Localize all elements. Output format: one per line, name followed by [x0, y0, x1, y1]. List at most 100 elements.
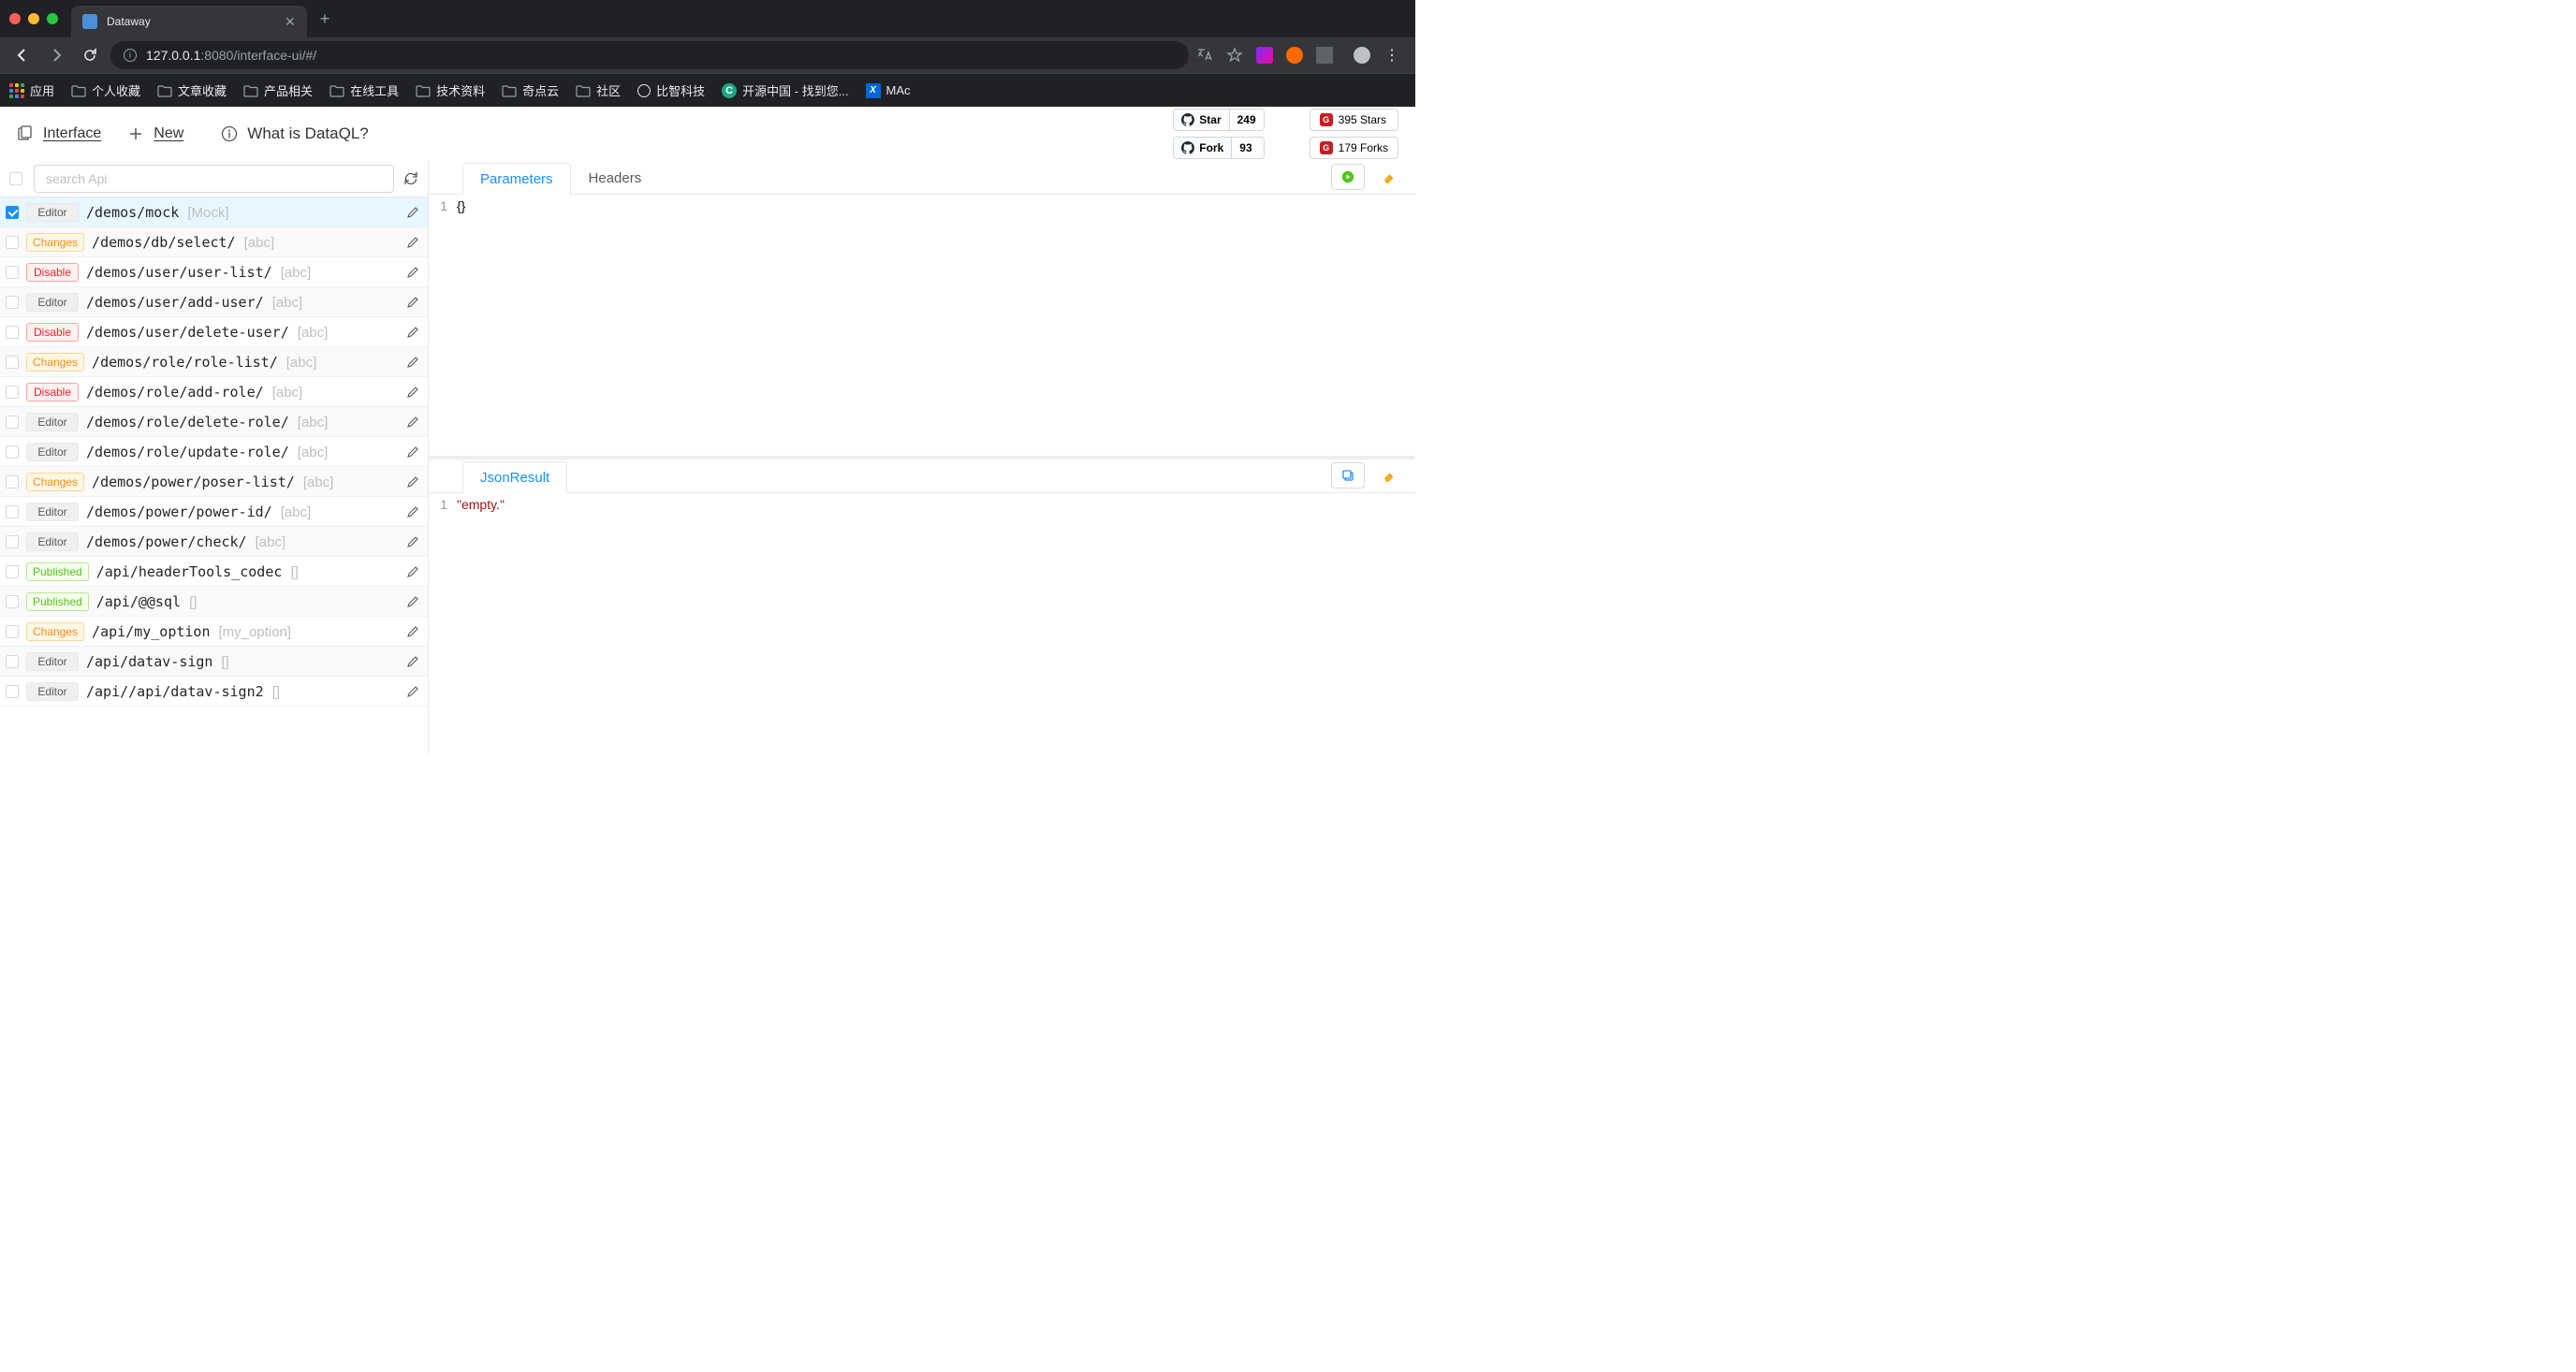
gitee-stars-button[interactable]: G 395 Stars — [1310, 109, 1398, 131]
edit-icon[interactable] — [403, 682, 422, 701]
github-star-button[interactable]: Star 249 — [1173, 109, 1264, 131]
api-row[interactable]: Changes/demos/db/select/ [abc] — [0, 227, 428, 257]
api-row[interactable]: Editor/demos/role/update-role/ [abc] — [0, 437, 428, 467]
api-row[interactable]: Editor/demos/user/add-user/ [abc] — [0, 287, 428, 317]
row-checkbox[interactable] — [6, 445, 19, 459]
gitee-forks-button[interactable]: G 179 Forks — [1310, 137, 1398, 159]
row-checkbox[interactable] — [6, 685, 19, 698]
bookmark-item[interactable]: 比智科技 — [637, 81, 705, 99]
browser-tab[interactable]: Dataway ✕ — [71, 6, 307, 37]
clear-result-button[interactable] — [1372, 462, 1406, 489]
address-bar[interactable]: i 127.0.0.1:8080/interface-ui/#/ — [110, 41, 1189, 69]
api-row[interactable]: Changes/demos/power/poser-list/ [abc] — [0, 467, 428, 497]
minimize-window-button[interactable] — [28, 13, 39, 24]
select-all-checkbox[interactable] — [9, 172, 22, 185]
edit-icon[interactable] — [403, 203, 422, 222]
api-row[interactable]: Disable/demos/user/delete-user/ [abc] — [0, 317, 428, 347]
api-row[interactable]: Published/api/headerTools_codec [] — [0, 557, 428, 587]
github-fork-button[interactable]: Fork 93 — [1173, 137, 1264, 159]
run-button[interactable] — [1331, 164, 1365, 190]
close-window-button[interactable] — [9, 13, 21, 24]
edit-icon[interactable] — [403, 622, 422, 641]
edit-icon[interactable] — [403, 323, 422, 342]
row-checkbox[interactable] — [6, 266, 19, 279]
new-tab-button[interactable]: + — [320, 9, 330, 29]
api-row[interactable]: Editor/api/datav-sign [] — [0, 647, 428, 677]
edit-icon[interactable] — [403, 652, 422, 671]
bookmark-item[interactable]: 在线工具 — [329, 81, 399, 99]
tab-headers[interactable]: Headers — [571, 162, 660, 194]
site-info-icon[interactable]: i — [124, 49, 137, 62]
api-row[interactable]: Changes/demos/role/role-list/ [abc] — [0, 347, 428, 377]
edit-icon[interactable] — [403, 263, 422, 282]
bookmark-item[interactable]: XMAc — [866, 83, 911, 98]
api-path: /demos/user/user-list/ [abc] — [86, 264, 311, 281]
edit-icon[interactable] — [403, 562, 422, 581]
edit-icon[interactable] — [403, 503, 422, 521]
api-row[interactable]: Published/api/@@sql [] — [0, 587, 428, 617]
edit-icon[interactable] — [403, 473, 422, 491]
row-checkbox[interactable] — [6, 505, 19, 518]
bookmark-item[interactable]: 应用 — [9, 81, 54, 99]
bookmark-item[interactable]: 文章收藏 — [157, 81, 227, 99]
row-checkbox[interactable] — [6, 625, 19, 638]
row-checkbox[interactable] — [6, 655, 19, 668]
result-viewer[interactable]: 1 "empty." — [429, 493, 1415, 754]
api-row[interactable]: Editor/demos/mock [Mock] — [0, 197, 428, 227]
extension-icon-1[interactable] — [1256, 47, 1273, 64]
maximize-window-button[interactable] — [47, 13, 58, 24]
api-row[interactable]: Editor/demos/role/delete-role/ [abc] — [0, 407, 428, 437]
clear-button[interactable] — [1372, 164, 1406, 190]
row-checkbox[interactable] — [6, 565, 19, 578]
edit-icon[interactable] — [403, 443, 422, 461]
tab-close-icon[interactable]: ✕ — [285, 14, 296, 30]
interface-button[interactable]: Interface — [17, 125, 101, 142]
api-row[interactable]: Changes/api/my_option [my_option] — [0, 617, 428, 647]
edit-icon[interactable] — [403, 383, 422, 401]
param-editor[interactable]: 1 {} — [429, 195, 1415, 456]
bookmark-item[interactable]: 社区 — [576, 81, 621, 99]
copy-button[interactable] — [1331, 462, 1365, 489]
translate-icon[interactable] — [1196, 47, 1213, 64]
edit-icon[interactable] — [403, 592, 422, 611]
row-checkbox[interactable] — [6, 296, 19, 309]
tab-parameters[interactable]: Parameters — [462, 163, 571, 195]
profile-avatar[interactable] — [1354, 47, 1370, 64]
bookmark-item[interactable]: 奇点云 — [502, 81, 559, 99]
api-row[interactable]: Editor/demos/power/power-id/ [abc] — [0, 497, 428, 527]
edit-icon[interactable] — [403, 293, 422, 312]
row-checkbox[interactable] — [6, 475, 19, 489]
menu-icon[interactable]: ⋮ — [1383, 47, 1400, 64]
row-checkbox[interactable] — [6, 206, 19, 219]
reload-list-button[interactable] — [400, 168, 422, 190]
edit-icon[interactable] — [403, 413, 422, 431]
row-checkbox[interactable] — [6, 416, 19, 429]
back-button[interactable] — [9, 42, 36, 68]
new-button[interactable]: New — [127, 125, 183, 142]
row-checkbox[interactable] — [6, 386, 19, 399]
search-input[interactable] — [34, 165, 394, 193]
bookmark-item[interactable]: 产品相关 — [243, 81, 313, 99]
edit-icon[interactable] — [403, 353, 422, 372]
row-checkbox[interactable] — [6, 535, 19, 548]
reload-button[interactable] — [77, 42, 103, 68]
forward-button[interactable] — [43, 42, 69, 68]
bookmark-item[interactable]: 个人收藏 — [71, 81, 140, 99]
api-row[interactable]: Editor/api//api/datav-sign2 [] — [0, 677, 428, 707]
row-checkbox[interactable] — [6, 595, 19, 608]
extension-icon-2[interactable] — [1286, 47, 1303, 64]
edit-icon[interactable] — [403, 233, 422, 252]
edit-icon[interactable] — [403, 533, 422, 551]
whatis-link[interactable]: What is DataQL? — [221, 124, 368, 143]
row-checkbox[interactable] — [6, 236, 19, 249]
api-row[interactable]: Editor/demos/power/check/ [abc] — [0, 527, 428, 557]
bookmark-star-icon[interactable] — [1226, 47, 1243, 64]
row-checkbox[interactable] — [6, 356, 19, 369]
row-checkbox[interactable] — [6, 326, 19, 339]
bookmark-item[interactable]: C开源中国 - 找到您... — [722, 81, 848, 99]
bookmark-item[interactable]: 技术资料 — [416, 81, 485, 99]
api-row[interactable]: Disable/demos/role/add-role/ [abc] — [0, 377, 428, 407]
api-row[interactable]: Disable/demos/user/user-list/ [abc] — [0, 257, 428, 287]
tab-jsonresult[interactable]: JsonResult — [462, 461, 567, 493]
param-code: {} — [457, 198, 465, 213]
